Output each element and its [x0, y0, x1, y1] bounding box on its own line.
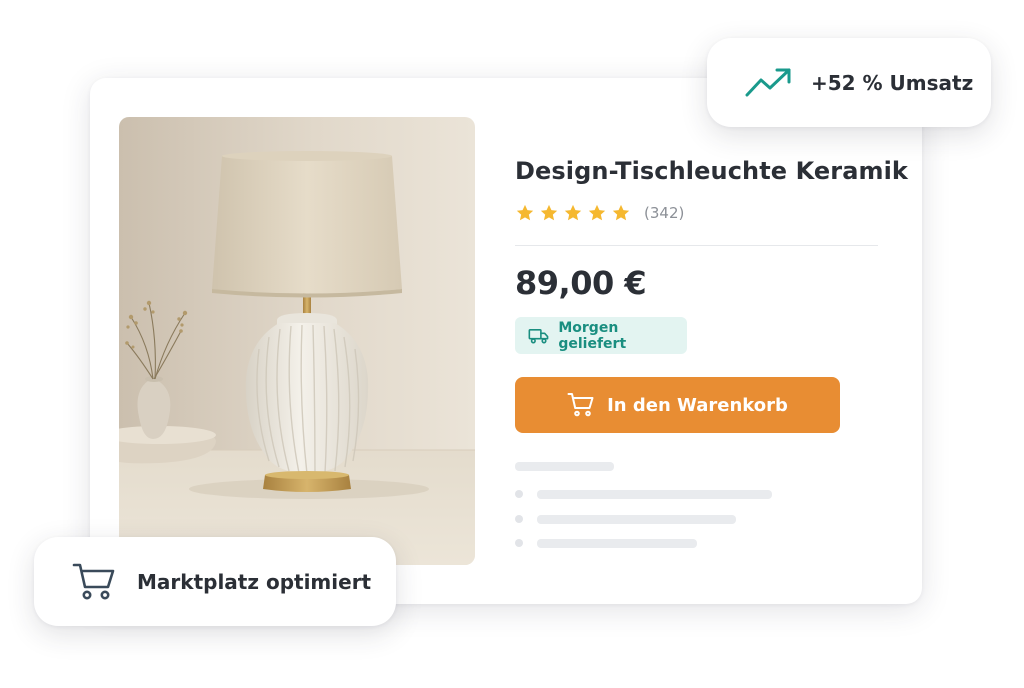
sales-growth-badge: +52 % Umsatz — [707, 38, 991, 127]
star-icon — [516, 204, 534, 221]
skeleton-line — [537, 539, 697, 548]
trend-up-icon — [745, 68, 791, 96]
star-icon — [612, 204, 630, 221]
marketplace-label: Marktplatz optimiert — [137, 569, 372, 594]
skeleton-line — [537, 515, 736, 524]
product-rating: (342) — [515, 201, 684, 225]
skeleton-line — [515, 462, 614, 471]
delivery-badge: Morgen geliefert — [515, 317, 687, 354]
add-to-cart-label: In den Warenkorb — [607, 394, 788, 416]
cart-icon — [72, 563, 115, 599]
skeleton-bullet — [515, 539, 523, 547]
cart-icon — [567, 393, 594, 417]
star-icon — [588, 204, 606, 221]
skeleton-bullet — [515, 490, 523, 498]
rating-stars — [515, 203, 631, 223]
review-count[interactable]: (342) — [644, 204, 684, 222]
product-price: 89,00 € — [515, 264, 647, 302]
skeleton-bullet — [515, 515, 523, 523]
sales-growth-label: +52 % Umsatz — [811, 70, 974, 95]
star-icon — [540, 204, 558, 221]
product-card: Design-Tischleuchte Keramik (342) 89,00 … — [90, 78, 922, 604]
add-to-cart-button[interactable]: In den Warenkorb — [515, 377, 840, 433]
divider — [515, 245, 878, 246]
product-image[interactable] — [119, 117, 475, 565]
truck-icon — [528, 328, 549, 343]
marketplace-badge: Marktplatz optimiert — [34, 537, 396, 626]
delivery-label: Morgen geliefert — [558, 319, 627, 352]
product-title: Design-Tischleuchte Keramik — [515, 157, 908, 185]
skeleton-line — [537, 490, 772, 499]
star-icon — [564, 204, 582, 221]
